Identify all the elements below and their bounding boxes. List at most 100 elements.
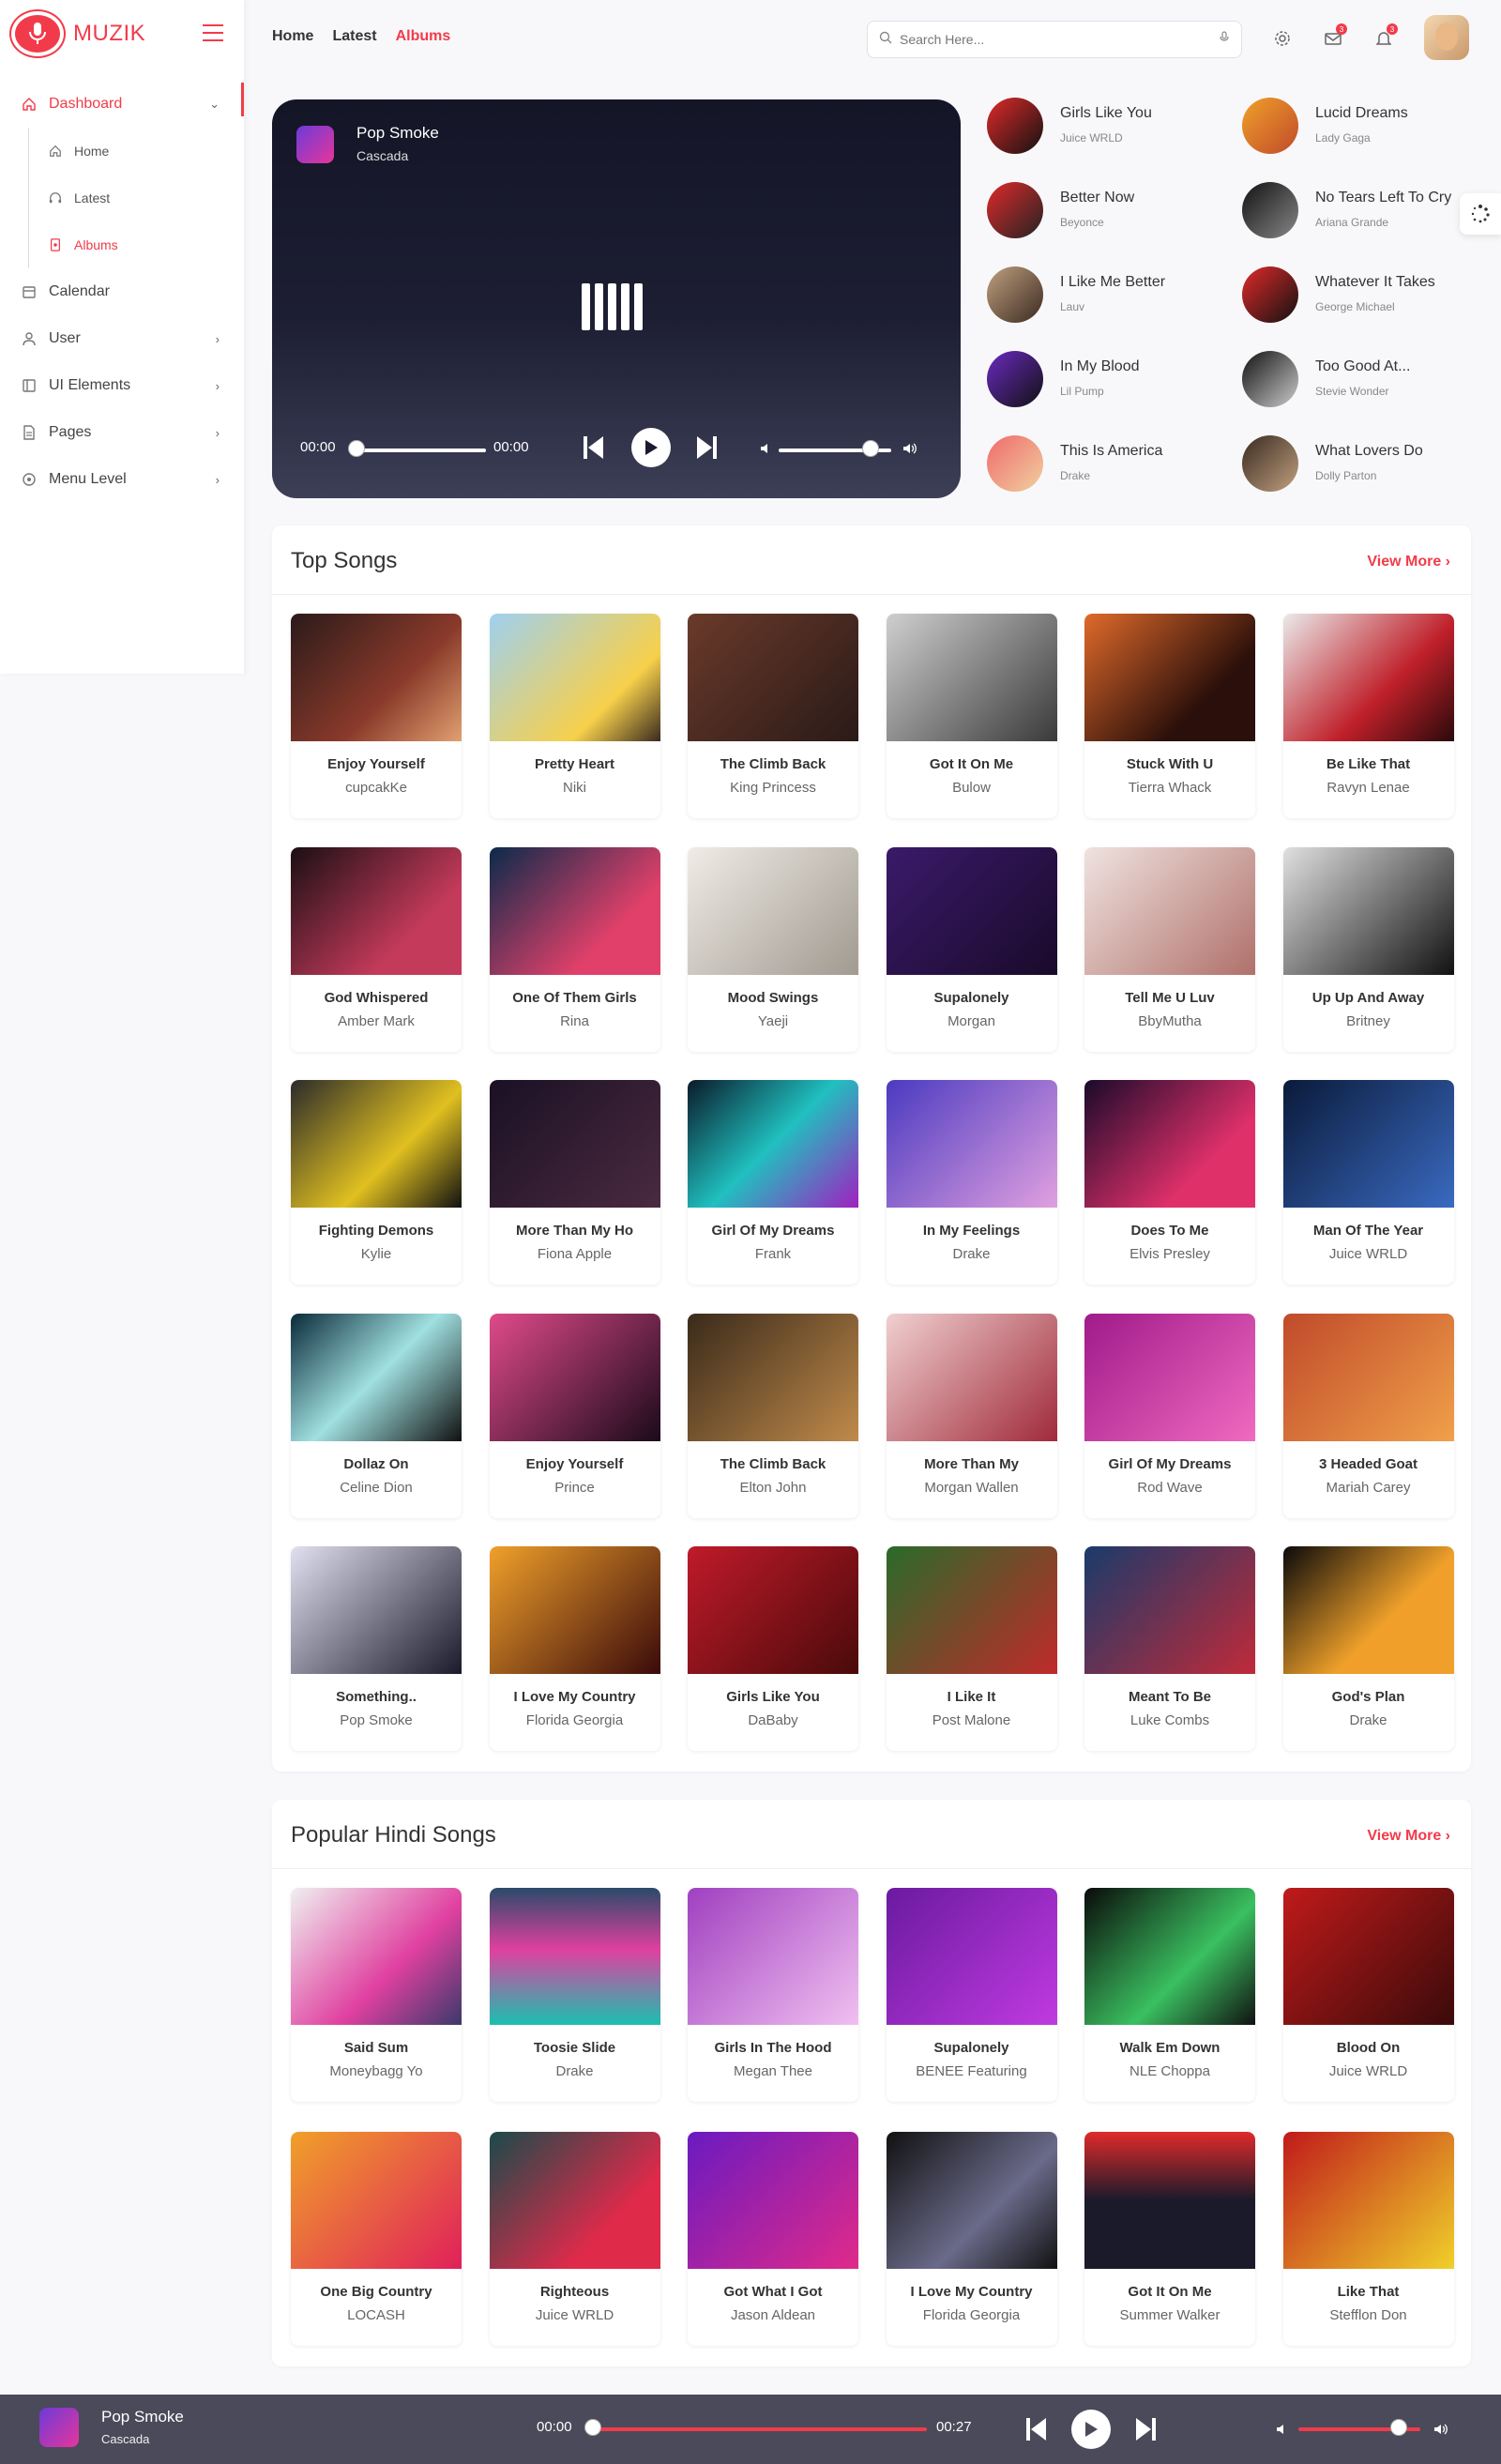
song-card[interactable]: Man Of The Year Juice WRLD [1282,1080,1454,1285]
volume-knob[interactable] [863,441,879,456]
sidebar-item-pages[interactable]: Pages › [0,409,242,456]
recent-song-item[interactable]: Too Good At... Stevie Wonder [1231,351,1475,411]
song-card[interactable]: More Than My Morgan Wallen [886,1313,1057,1518]
song-card[interactable]: Girls Like You DaBaby [688,1546,858,1751]
song-card[interactable]: Girl Of My Dreams Rod Wave [1084,1313,1255,1518]
recent-song-item[interactable]: This Is America Drake [976,435,1220,495]
recent-song-item[interactable]: Whatever It Takes George Michael [1231,266,1475,327]
player-progress-bar[interactable] [356,449,486,452]
volume-low-icon[interactable] [1276,2424,1287,2435]
recent-song-item[interactable]: What Lovers Do Dolly Parton [1231,435,1475,495]
song-card[interactable]: Pretty Heart Niki [489,614,660,818]
top-bar: Home Latest Albums 3 3 [244,0,1501,79]
song-card[interactable]: I Love My Country Florida Georgia [886,2132,1057,2346]
recent-song-item[interactable]: No Tears Left To Cry Ariana Grande [1231,182,1475,242]
song-artwork [489,614,660,741]
song-card[interactable]: Does To Me Elvis Presley [1084,1080,1255,1285]
song-card[interactable]: God Whispered Amber Mark [291,846,462,1052]
song-card[interactable]: Something.. Pop Smoke [291,1546,462,1751]
song-card[interactable]: Up Up And Away Britney [1282,846,1454,1052]
previous-icon[interactable] [584,435,604,460]
song-card[interactable]: I Like It Post Malone [886,1546,1057,1751]
song-artwork [489,1888,660,2025]
mail-icon[interactable]: 3 [1319,23,1347,53]
sidebar-item-calendar[interactable]: Calendar [0,268,242,315]
song-card[interactable]: Supalonely BENEE Featuring [886,1888,1057,2102]
song-card[interactable]: Got What I Got Jason Aldean [688,2132,858,2346]
bottom-progress-knob[interactable] [585,2420,600,2435]
song-card[interactable]: 3 Headed Goat Mariah Carey [1282,1313,1454,1518]
menu-toggle-icon[interactable] [203,24,223,41]
song-card[interactable]: Girls In The Hood Megan Thee [688,1888,858,2102]
avatar[interactable] [1424,15,1469,60]
next-icon[interactable] [1135,2416,1156,2442]
song-card[interactable]: One Of Them Girls Rina [489,846,660,1052]
bottom-progress-bar[interactable] [593,2427,927,2431]
song-card[interactable]: God's Plan Drake [1282,1546,1454,1751]
song-artwork [886,1546,1057,1674]
song-card[interactable]: Righteous Juice WRLD [489,2132,660,2346]
recent-song-item[interactable]: Lucid Dreams Lady Gaga [1231,98,1475,158]
song-card[interactable]: Like That Stefflon Don [1282,2132,1454,2346]
sidebar-item-menu-level[interactable]: Menu Level › [0,456,242,503]
song-artist: Moneybagg Yo [329,2063,423,2079]
microphone-icon[interactable] [1219,30,1230,49]
recent-song-item[interactable]: Better Now Beyonce [976,182,1220,242]
play-button[interactable] [1071,2410,1111,2449]
sidebar-item-dashboard[interactable]: Dashboard ⌄ [0,81,244,128]
brand-logo[interactable]: MUZIK [11,11,145,56]
sidebar-subitem-label: Home [74,144,110,159]
volume-high-icon[interactable] [902,442,917,455]
song-card[interactable]: Said Sum Moneybagg Yo [291,1888,462,2102]
song-card[interactable]: Blood On Juice WRLD [1282,1888,1454,2102]
song-card[interactable]: In My Feelings Drake [886,1080,1057,1285]
play-button[interactable] [631,428,671,467]
song-card[interactable]: The Climb Back King Princess [688,614,858,818]
topnav-latest[interactable]: Latest [332,28,376,45]
song-card[interactable]: Got It On Me Summer Walker [1084,2132,1255,2346]
search-input[interactable] [900,32,1211,47]
recent-song-item[interactable]: I Like Me Better Lauv [976,266,1220,327]
volume-low-icon[interactable] [760,443,771,454]
song-card[interactable]: Got It On Me Bulow [886,614,1057,818]
song-artwork [688,1313,858,1441]
player-progress-knob[interactable] [349,441,364,456]
song-card[interactable]: One Big Country LOCASH [291,2132,462,2346]
song-card[interactable]: Tell Me U Luv BbyMutha [1084,846,1255,1052]
recent-song-item[interactable]: In My Blood Lil Pump [976,351,1220,411]
sidebar-subitem-latest[interactable]: Latest [29,175,242,221]
song-card[interactable]: Fighting Demons Kylie [291,1080,462,1285]
recent-song-item[interactable]: Girls Like You Juice WRLD [976,98,1220,158]
song-card[interactable]: Toosie Slide Drake [489,1888,660,2102]
sidebar-subitem-albums[interactable]: Albums [29,221,242,268]
song-artist: Dolly Parton [1315,469,1377,482]
sidebar-subitem-home[interactable]: Home [29,128,242,175]
next-icon[interactable] [696,435,717,460]
song-card[interactable]: Dollaz On Celine Dion [291,1313,462,1518]
settings-icon[interactable] [1268,24,1296,53]
topnav-home[interactable]: Home [272,28,313,45]
topnav-albums[interactable]: Albums [396,28,451,45]
song-card[interactable]: Supalonely Morgan [886,846,1057,1052]
song-card[interactable]: Enjoy Yourself Prince [489,1313,660,1518]
song-title: I Like It [947,1689,996,1705]
song-card[interactable]: Be Like That Ravyn Lenae [1282,614,1454,818]
sidebar-item-user[interactable]: User › [0,315,242,362]
song-card[interactable]: Girl Of My Dreams Frank [688,1080,858,1285]
volume-high-icon[interactable] [1433,2423,1448,2436]
view-more-link[interactable]: View More › [1367,1828,1450,1845]
bell-icon[interactable]: 3 [1370,23,1398,53]
song-card[interactable]: More Than My Ho Fiona Apple [489,1080,660,1285]
search-box [867,21,1242,58]
song-card[interactable]: Walk Em Down NLE Choppa [1084,1888,1255,2102]
song-card[interactable]: I Love My Country Florida Georgia [489,1546,660,1751]
song-card[interactable]: Meant To Be Luke Combs [1084,1546,1255,1751]
song-card[interactable]: Mood Swings Yaeji [688,846,858,1052]
view-more-link[interactable]: View More › [1367,554,1450,570]
previous-icon[interactable] [1026,2416,1047,2442]
sidebar-item-ui-elements[interactable]: UI Elements › [0,362,242,409]
song-card[interactable]: Enjoy Yourself cupcakKe [291,614,462,818]
song-card[interactable]: The Climb Back Elton John [688,1313,858,1518]
bottom-volume-knob[interactable] [1390,2420,1406,2435]
song-card[interactable]: Stuck With U Tierra Whack [1084,614,1255,818]
